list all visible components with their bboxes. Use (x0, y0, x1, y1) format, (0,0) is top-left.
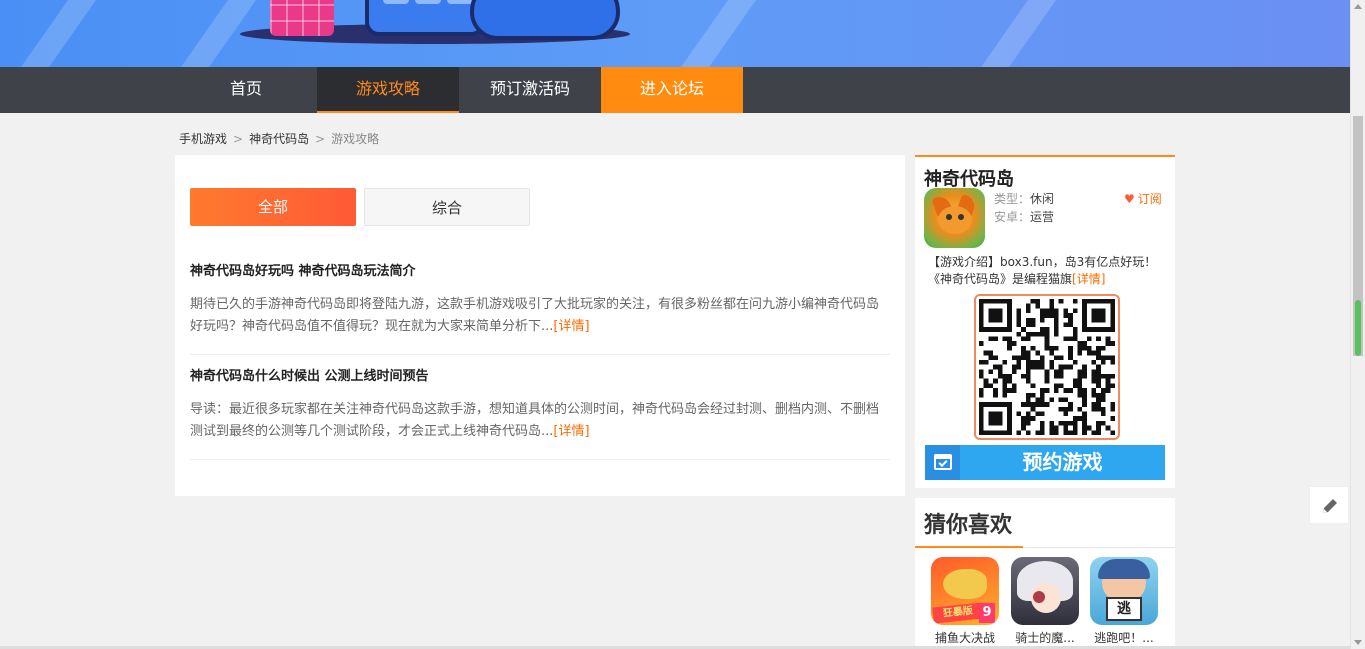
breadcrumb-mobile-games[interactable]: 手机游戏 (179, 132, 227, 146)
console-illustration (365, 0, 485, 36)
calendar-icon (925, 445, 960, 480)
game-type: 类型：休闲 (994, 192, 1055, 206)
game-info-card: 神奇代码岛 类型：休闲 安卓：运营 ♥ 订阅 【游戏介绍】box3.fun，岛3有… (915, 155, 1175, 488)
nav-home[interactable]: 首页 (175, 67, 317, 113)
article-desc: 导读：最近很多玩家都在关注神奇代码岛这款手游，想知道具体的公测时间，神奇代码岛会… (190, 402, 880, 439)
guess-title: 猜你喜欢 (924, 513, 1013, 538)
tab-all[interactable]: 全部 (190, 188, 356, 226)
nav-forum[interactable]: 进入论坛 (601, 67, 743, 113)
reserve-game-button[interactable]: 预约游戏 (925, 445, 1165, 480)
page: 首页 游戏攻略 预订激活码 进入论坛 手机游戏 > 神奇代码岛 > 游戏攻略 全部 综合… (0, 0, 1365, 649)
divider (190, 354, 890, 355)
article-more-link[interactable]: [详情] (553, 424, 589, 439)
game-thumbnail: 逃 (1090, 557, 1158, 625)
nav-activation-code[interactable]: 预订激活码 (459, 67, 601, 113)
breadcrumb-game[interactable]: 神奇代码岛 (249, 132, 309, 146)
article-more-link[interactable]: [详情] (553, 319, 589, 334)
guess-you-like: 猜你喜欢 狂暴版 9 捕鱼大决战 骑士的魔... 逃 逃跑吧！... (915, 498, 1175, 649)
scrollbar[interactable] (1350, 0, 1365, 649)
guess-header: 猜你喜欢 (915, 498, 1175, 548)
qr-code (974, 294, 1120, 440)
cube-illustration (270, 0, 334, 36)
article-desc: 期待已久的手游神奇代码岛即将登陆九游，这款手机游戏吸引了大批玩家的关注，有很多粉… (190, 297, 880, 334)
edit-button[interactable] (1309, 486, 1349, 524)
heart-icon: ♥ (1124, 192, 1135, 206)
top-banner (0, 0, 1350, 67)
article-item: 神奇代码岛好玩吗 神奇代码岛玩法简介 期待已久的手游神奇代码岛即将登陆九游，这款… (190, 260, 890, 355)
divider (190, 459, 890, 460)
game-icon[interactable] (924, 188, 985, 248)
game-android-status: 安卓：运营 (994, 210, 1055, 224)
pencil-icon (1323, 499, 1337, 513)
tab-general[interactable]: 综合 (364, 188, 530, 226)
article-panel: 全部 综合 神奇代码岛好玩吗 神奇代码岛玩法简介 期待已久的手游神奇代码岛即将登… (175, 155, 905, 496)
nav-guides[interactable]: 游戏攻略 (317, 67, 459, 113)
recommend-item[interactable]: 逃 逃跑吧！... (1089, 557, 1159, 646)
scroll-up-arrow-icon[interactable] (1354, 4, 1362, 9)
article-item: 神奇代码岛什么时候出 公测上线时间预告 导读：最近很多玩家都在关注神奇代码岛这款… (190, 365, 890, 460)
breadcrumb-current: 游戏攻略 (331, 132, 380, 146)
subscribe-button[interactable]: ♥ 订阅 (1124, 190, 1162, 207)
recommend-item[interactable]: 骑士的魔... (1010, 557, 1080, 646)
main-nav: 首页 游戏攻略 预订激活码 进入论坛 (0, 67, 1350, 113)
gamepad-illustration (470, 0, 620, 40)
game-intro: 【游戏介绍】box3.fun，岛3有亿点好玩！《神奇代码岛》是编程猫旗[详情] (928, 255, 1157, 286)
breadcrumb: 手机游戏 > 神奇代码岛 > 游戏攻略 (179, 132, 380, 146)
game-thumbnail: 狂暴版 9 (931, 557, 999, 625)
article-title[interactable]: 神奇代码岛好玩吗 神奇代码岛玩法简介 (190, 260, 890, 279)
intro-more-link[interactable]: [详情] (1072, 272, 1105, 286)
recommend-item[interactable]: 狂暴版 9 捕鱼大决战 (930, 557, 1000, 646)
game-thumbnail (1011, 557, 1079, 625)
article-title[interactable]: 神奇代码岛什么时候出 公测上线时间预告 (190, 365, 890, 384)
scroll-down-arrow-icon[interactable] (1354, 640, 1362, 645)
